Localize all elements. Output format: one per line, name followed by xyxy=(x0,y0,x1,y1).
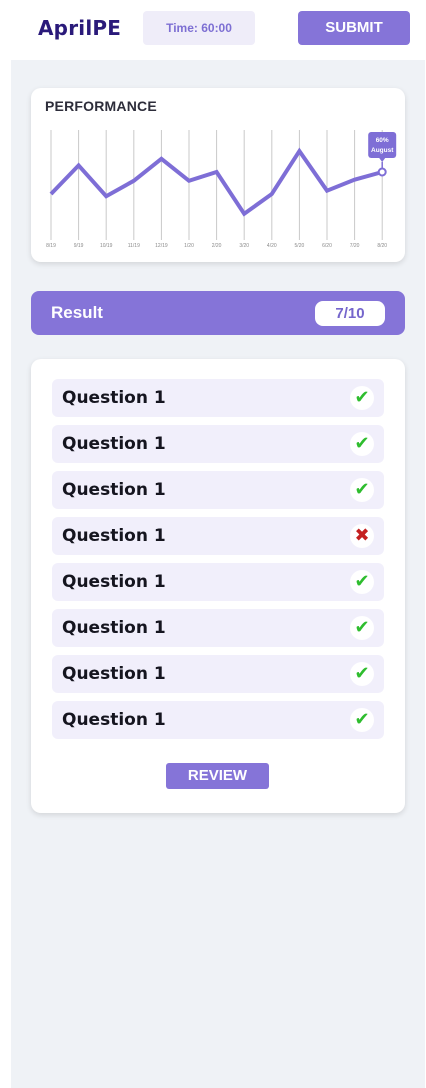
x-tick-label: 2/20 xyxy=(212,243,222,249)
check-icon: ✔ xyxy=(350,708,374,732)
app-logo: AprilPE xyxy=(38,16,122,40)
tooltip-pointer xyxy=(379,158,386,162)
question-row[interactable]: Question 1 ✔ xyxy=(52,701,384,739)
question-label: Question 1 xyxy=(62,664,166,684)
x-tick-label: 9/19 xyxy=(74,243,84,249)
main-content: PERFORMANCE 8/19 9/19 10/19 11/19 12/19 1/20 2… xyxy=(11,60,425,1088)
x-tick-label: 6/20 xyxy=(322,243,332,249)
data-point[interactable] xyxy=(377,167,387,177)
questions-card: Question 1 ✔ Question 1 ✔ Question 1 ✔ Questio… xyxy=(31,359,405,813)
tooltip-label: August xyxy=(371,147,394,154)
submit-button[interactable]: SUBMIT xyxy=(298,11,410,45)
question-label: Question 1 xyxy=(62,618,166,638)
question-label: Question 1 xyxy=(62,526,166,546)
question-row[interactable]: Question 1 ✔ xyxy=(52,471,384,509)
x-tick-label: 4/20 xyxy=(267,243,277,249)
question-label: Question 1 xyxy=(62,388,166,408)
review-button[interactable]: REVIEW xyxy=(166,763,269,789)
check-icon: ✔ xyxy=(350,570,374,594)
question-label: Question 1 xyxy=(62,710,166,730)
question-label: Question 1 xyxy=(62,572,166,592)
check-icon: ✔ xyxy=(350,386,374,410)
question-row[interactable]: Question 1 ✖ xyxy=(52,517,384,555)
x-tick-label: 12/19 xyxy=(155,243,168,249)
performance-card: PERFORMANCE 8/19 9/19 10/19 11/19 12/19 1/20 2… xyxy=(31,88,405,262)
tooltip-box xyxy=(368,132,397,158)
check-icon: ✔ xyxy=(350,478,374,502)
tooltip-value: 60% xyxy=(376,137,389,144)
x-tick-label: 8/19 xyxy=(46,243,56,249)
check-icon: ✔ xyxy=(350,432,374,456)
question-row[interactable]: Question 1 ✔ xyxy=(52,563,384,601)
question-row[interactable]: Question 1 ✔ xyxy=(52,379,384,417)
result-label: Result xyxy=(51,303,103,322)
question-label: Question 1 xyxy=(62,480,166,500)
x-tick-label: 8/20 xyxy=(377,243,387,249)
top-bar: AprilPE Time: 60:00 SUBMIT xyxy=(0,0,426,60)
x-tick-label: 10/19 xyxy=(100,243,113,249)
question-row[interactable]: Question 1 ✔ xyxy=(52,609,384,647)
question-label: Question 1 xyxy=(62,434,166,454)
x-tick-label: 3/20 xyxy=(239,243,249,249)
timer-badge: Time: 60:00 xyxy=(143,11,255,45)
cross-icon: ✖ xyxy=(350,524,374,548)
result-bar: Result 7/10 xyxy=(31,291,405,335)
x-tick-label: 1/20 xyxy=(184,243,194,249)
check-icon: ✔ xyxy=(350,616,374,640)
question-row[interactable]: Question 1 ✔ xyxy=(52,425,384,463)
x-tick-label: 7/20 xyxy=(350,243,360,249)
x-tick-label: 11/19 xyxy=(128,243,140,249)
result-score: 7/10 xyxy=(315,301,385,326)
performance-chart: 8/19 9/19 10/19 11/19 12/19 1/20 2/20 3/20 4/20 5… xyxy=(46,130,397,249)
check-icon: ✔ xyxy=(350,662,374,686)
question-row[interactable]: Question 1 ✔ xyxy=(52,655,384,693)
x-tick-label: 5/20 xyxy=(295,243,305,249)
